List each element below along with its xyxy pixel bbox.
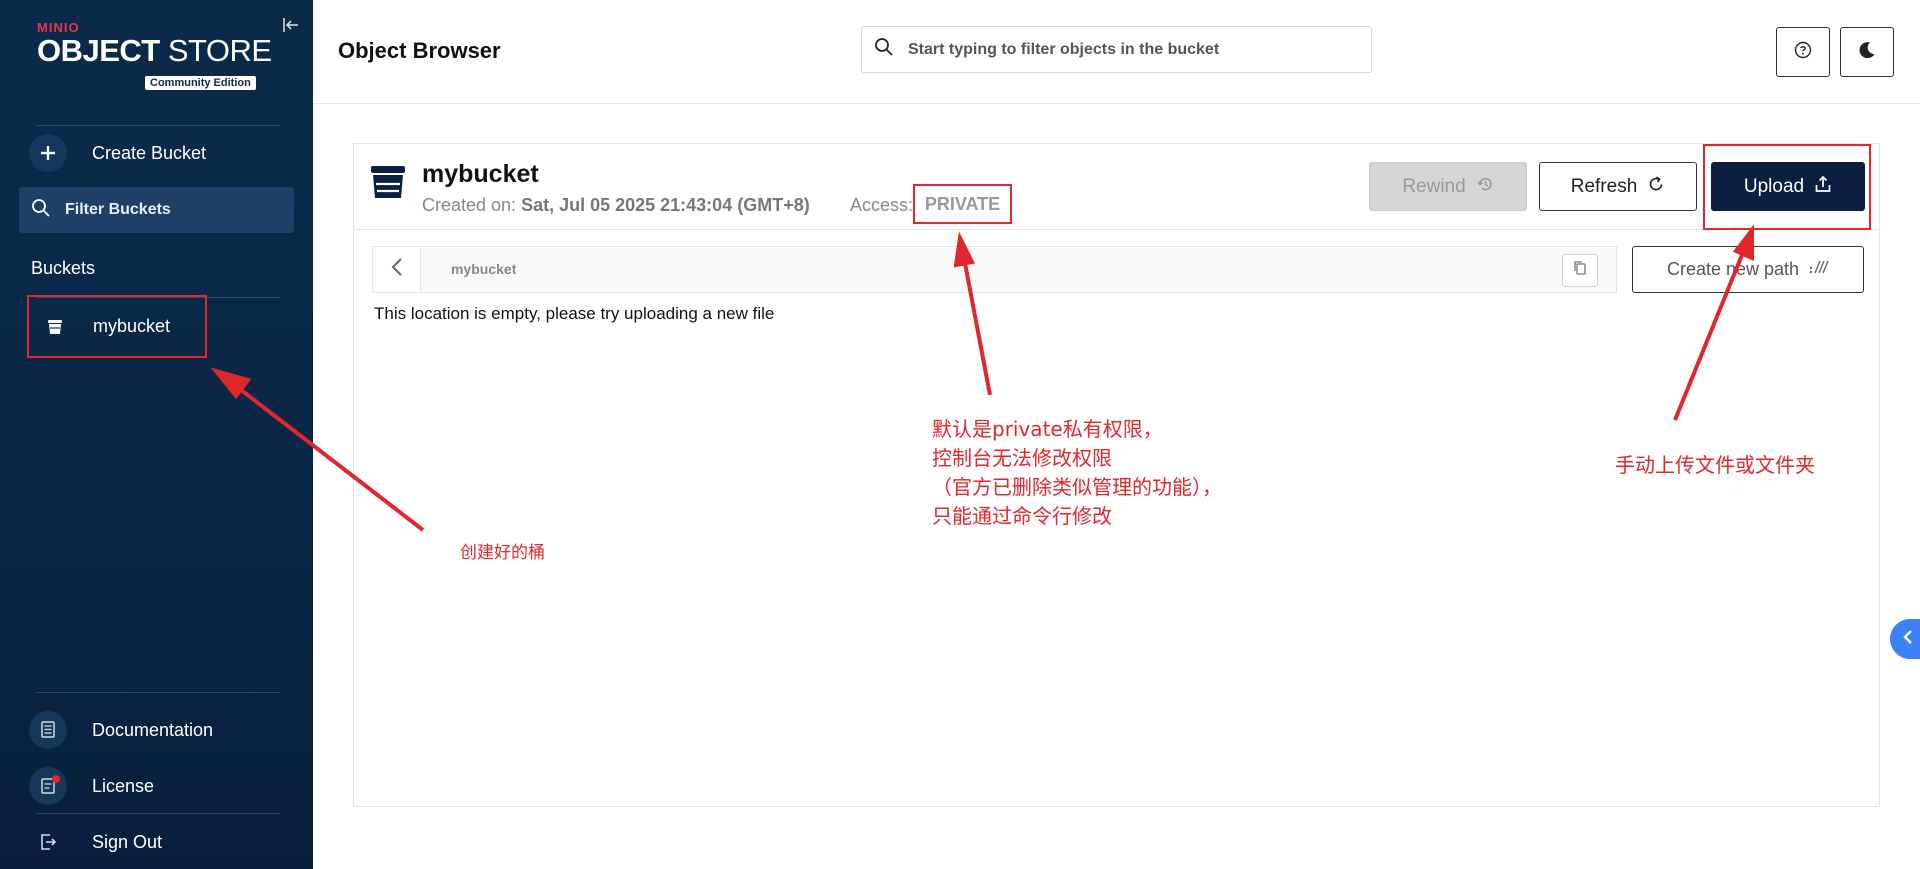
- annotation-private-note: 默认是private私有权限， 控制台无法修改权限 （官方已删除类似管理的功能）…: [932, 417, 1222, 528]
- annotation-bucket-note: 创建好的桶: [460, 543, 545, 563]
- annotation-upload-note: 手动上传文件或文件夹: [1615, 453, 1815, 477]
